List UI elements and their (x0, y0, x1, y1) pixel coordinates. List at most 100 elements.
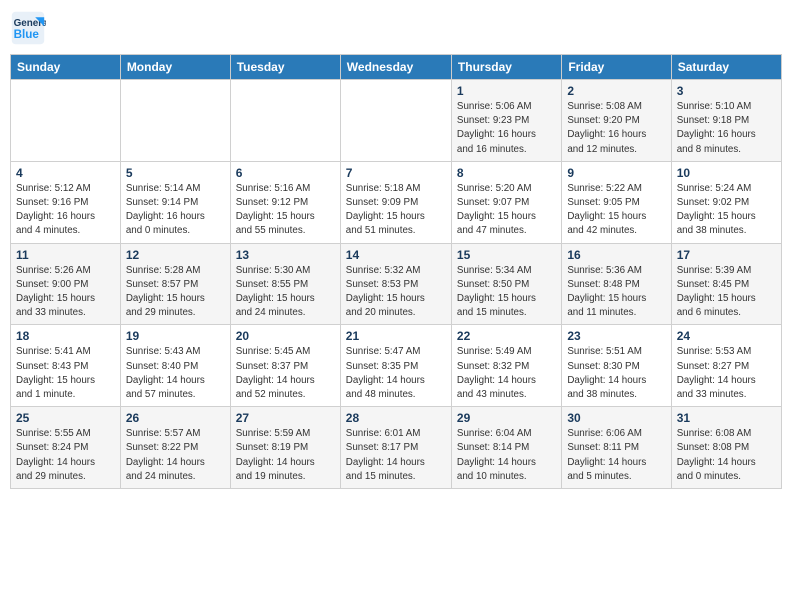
day-number: 30 (567, 411, 665, 425)
day-cell: 23 Sunrise: 5:51 AM Sunset: 8:30 PM Dayli… (562, 325, 671, 407)
header-day-friday: Friday (562, 55, 671, 80)
day-number: 17 (677, 248, 776, 262)
day-info: Sunrise: 5:57 AM Sunset: 8:22 PM Dayligh… (126, 427, 225, 484)
day-cell: 21 Sunrise: 5:47 AM Sunset: 8:35 PM Dayli… (340, 325, 451, 407)
day-info: Sunrise: 5:51 AM Sunset: 8:30 PM Dayligh… (567, 345, 665, 402)
day-number: 29 (457, 411, 556, 425)
day-cell (230, 80, 340, 162)
day-cell: 2Sunrise: 5:08 AM Sunset: 9:20 PM Daylig… (562, 80, 671, 162)
day-number: 7 (346, 166, 446, 180)
day-cell: 22 Sunrise: 5:49 AM Sunset: 8:32 PM Dayli… (451, 325, 561, 407)
day-info: Sunrise: 6:06 AM Sunset: 8:11 PM Dayligh… (567, 427, 665, 484)
day-cell: 20 Sunrise: 5:45 AM Sunset: 8:37 PM Dayli… (230, 325, 340, 407)
day-cell: 8 Sunrise: 5:20 AM Sunset: 9:07 PM Daylig… (451, 161, 561, 243)
day-cell: 12Sunrise: 5:28 AM Sunset: 8:57 PM Dayli… (120, 243, 230, 325)
day-number: 25 (16, 411, 115, 425)
day-cell: 15Sunrise: 5:34 AM Sunset: 8:50 PM Dayli… (451, 243, 561, 325)
day-info: Sunrise: 6:01 AM Sunset: 8:17 PM Dayligh… (346, 427, 446, 484)
day-number: 31 (677, 411, 776, 425)
day-info: Sunrise: 5:10 AM Sunset: 9:18 PM Dayligh… (677, 100, 776, 157)
day-cell: 11Sunrise: 5:26 AM Sunset: 9:00 PM Dayli… (11, 243, 121, 325)
day-info: Sunrise: 5:45 AM Sunset: 8:37 PM Dayligh… (236, 345, 335, 402)
week-row-3: 11Sunrise: 5:26 AM Sunset: 9:00 PM Dayli… (11, 243, 782, 325)
day-info: Sunrise: 5:36 AM Sunset: 8:48 PM Dayligh… (567, 264, 665, 321)
day-number: 18 (16, 329, 115, 343)
day-cell: 10 Sunrise: 5:24 AM Sunset: 9:02 PM Dayli… (671, 161, 781, 243)
day-info: Sunrise: 6:04 AM Sunset: 8:14 PM Dayligh… (457, 427, 556, 484)
day-info: Sunrise: 5:22 AM Sunset: 9:05 PM Dayligh… (567, 182, 665, 239)
day-cell: 7 Sunrise: 5:18 AM Sunset: 9:09 PM Daylig… (340, 161, 451, 243)
day-cell: 31 Sunrise: 6:08 AM Sunset: 8:08 PM Dayli… (671, 407, 781, 489)
header-day-saturday: Saturday (671, 55, 781, 80)
day-cell: 17 Sunrise: 5:39 AM Sunset: 8:45 PM Dayli… (671, 243, 781, 325)
day-cell: 18 Sunrise: 5:41 AM Sunset: 8:43 PM Dayli… (11, 325, 121, 407)
day-info: Sunrise: 5:18 AM Sunset: 9:09 PM Dayligh… (346, 182, 446, 239)
day-info: Sunrise: 5:55 AM Sunset: 8:24 PM Dayligh… (16, 427, 115, 484)
day-cell: 4Sunrise: 5:12 AM Sunset: 9:16 PM Daylig… (11, 161, 121, 243)
day-cell: 1 Sunrise: 5:06 AM Sunset: 9:23 PM Daylig… (451, 80, 561, 162)
day-cell: 30 Sunrise: 6:06 AM Sunset: 8:11 PM Dayli… (562, 407, 671, 489)
day-info: Sunrise: 5:49 AM Sunset: 8:32 PM Dayligh… (457, 345, 556, 402)
day-cell: 13Sunrise: 5:30 AM Sunset: 8:55 PM Dayli… (230, 243, 340, 325)
calendar-table: SundayMondayTuesdayWednesdayThursdayFrid… (10, 54, 782, 489)
day-number: 10 (677, 166, 776, 180)
day-info: Sunrise: 5:28 AM Sunset: 8:57 PM Dayligh… (126, 264, 225, 321)
day-cell: 9Sunrise: 5:22 AM Sunset: 9:05 PM Daylig… (562, 161, 671, 243)
day-cell: 6 Sunrise: 5:16 AM Sunset: 9:12 PM Daylig… (230, 161, 340, 243)
week-row-2: 4Sunrise: 5:12 AM Sunset: 9:16 PM Daylig… (11, 161, 782, 243)
day-number: 13 (236, 248, 335, 262)
day-cell (120, 80, 230, 162)
week-row-1: 1 Sunrise: 5:06 AM Sunset: 9:23 PM Daylig… (11, 80, 782, 162)
svg-text:Blue: Blue (14, 28, 40, 41)
day-info: Sunrise: 5:16 AM Sunset: 9:12 PM Dayligh… (236, 182, 335, 239)
day-cell: 25 Sunrise: 5:55 AM Sunset: 8:24 PM Dayli… (11, 407, 121, 489)
day-number: 15 (457, 248, 556, 262)
day-number: 1 (457, 84, 556, 98)
day-number: 27 (236, 411, 335, 425)
day-info: Sunrise: 5:24 AM Sunset: 9:02 PM Dayligh… (677, 182, 776, 239)
day-cell: 5 Sunrise: 5:14 AM Sunset: 9:14 PM Daylig… (120, 161, 230, 243)
day-cell: 14 Sunrise: 5:32 AM Sunset: 8:53 PM Dayli… (340, 243, 451, 325)
day-number: 20 (236, 329, 335, 343)
header-day-thursday: Thursday (451, 55, 561, 80)
day-info: Sunrise: 5:39 AM Sunset: 8:45 PM Dayligh… (677, 264, 776, 321)
day-cell (340, 80, 451, 162)
day-cell: 16 Sunrise: 5:36 AM Sunset: 8:48 PM Dayli… (562, 243, 671, 325)
day-cell: 24Sunrise: 5:53 AM Sunset: 8:27 PM Dayli… (671, 325, 781, 407)
day-cell: 28 Sunrise: 6:01 AM Sunset: 8:17 PM Dayli… (340, 407, 451, 489)
day-info: Sunrise: 5:32 AM Sunset: 8:53 PM Dayligh… (346, 264, 446, 321)
day-number: 28 (346, 411, 446, 425)
day-number: 22 (457, 329, 556, 343)
page-header: General Blue (10, 10, 782, 46)
day-info: Sunrise: 5:14 AM Sunset: 9:14 PM Dayligh… (126, 182, 225, 239)
header-day-sunday: Sunday (11, 55, 121, 80)
day-number: 8 (457, 166, 556, 180)
week-row-4: 18 Sunrise: 5:41 AM Sunset: 8:43 PM Dayli… (11, 325, 782, 407)
day-cell: 27 Sunrise: 5:59 AM Sunset: 8:19 PM Dayli… (230, 407, 340, 489)
day-number: 5 (126, 166, 225, 180)
logo-icon: General Blue (10, 10, 46, 46)
day-info: Sunrise: 5:53 AM Sunset: 8:27 PM Dayligh… (677, 345, 776, 402)
day-info: Sunrise: 5:47 AM Sunset: 8:35 PM Dayligh… (346, 345, 446, 402)
day-number: 26 (126, 411, 225, 425)
header-day-tuesday: Tuesday (230, 55, 340, 80)
day-number: 14 (346, 248, 446, 262)
day-info: Sunrise: 5:06 AM Sunset: 9:23 PM Dayligh… (457, 100, 556, 157)
day-info: Sunrise: 5:26 AM Sunset: 9:00 PM Dayligh… (16, 264, 115, 321)
day-number: 21 (346, 329, 446, 343)
day-info: Sunrise: 5:59 AM Sunset: 8:19 PM Dayligh… (236, 427, 335, 484)
header-row: SundayMondayTuesdayWednesdayThursdayFrid… (11, 55, 782, 80)
day-info: Sunrise: 5:41 AM Sunset: 8:43 PM Dayligh… (16, 345, 115, 402)
day-number: 23 (567, 329, 665, 343)
day-cell: 26 Sunrise: 5:57 AM Sunset: 8:22 PM Dayli… (120, 407, 230, 489)
header-day-monday: Monday (120, 55, 230, 80)
day-cell: 29 Sunrise: 6:04 AM Sunset: 8:14 PM Dayli… (451, 407, 561, 489)
day-info: Sunrise: 6:08 AM Sunset: 8:08 PM Dayligh… (677, 427, 776, 484)
day-cell: 3Sunrise: 5:10 AM Sunset: 9:18 PM Daylig… (671, 80, 781, 162)
day-info: Sunrise: 5:12 AM Sunset: 9:16 PM Dayligh… (16, 182, 115, 239)
day-info: Sunrise: 5:08 AM Sunset: 9:20 PM Dayligh… (567, 100, 665, 157)
day-info: Sunrise: 5:20 AM Sunset: 9:07 PM Dayligh… (457, 182, 556, 239)
day-number: 16 (567, 248, 665, 262)
day-number: 6 (236, 166, 335, 180)
day-cell (11, 80, 121, 162)
